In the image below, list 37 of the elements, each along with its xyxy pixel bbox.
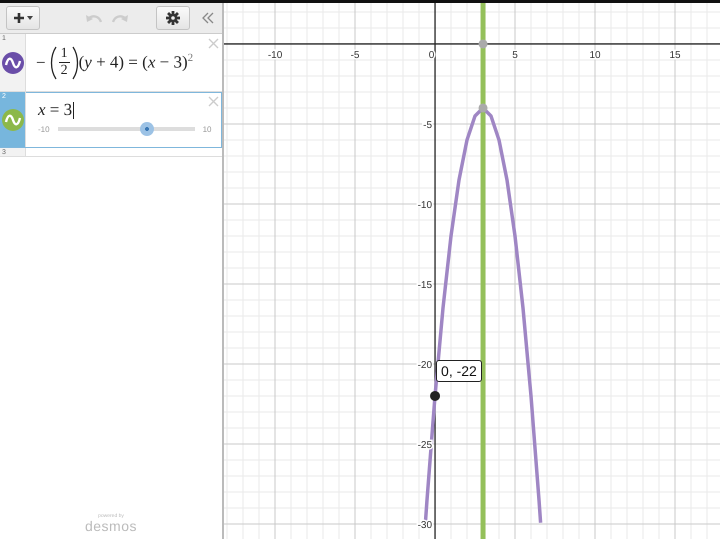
collapse-button[interactable] [200, 10, 216, 26]
plus-icon [13, 12, 25, 24]
wave-icon [2, 52, 24, 74]
coordinate-tooltip: 0, -22 [436, 360, 482, 382]
y-tick-label: -5 [423, 120, 432, 131]
x-tick-label: -5 [350, 50, 360, 61]
y-tick-label: -20 [418, 360, 432, 371]
y-tick-label: -15 [418, 280, 432, 291]
settings-button[interactable] [156, 6, 190, 30]
close-icon [208, 96, 219, 107]
point-marker[interactable] [430, 390, 440, 401]
caret-icon [27, 16, 33, 20]
redo-icon [112, 13, 128, 23]
x-tick-label: 0 [428, 50, 434, 61]
y-tick-label: -30 [418, 520, 432, 531]
x-tick-label: 15 [669, 50, 681, 61]
x-tick-label: 5 [512, 50, 518, 61]
settings-icon [166, 11, 180, 25]
y-tick-label: -10 [418, 200, 432, 211]
intersection-point[interactable] [478, 103, 488, 112]
parenthesis-icon [50, 46, 57, 80]
close-icon [208, 38, 219, 49]
close-button[interactable] [208, 96, 219, 107]
x-tick-label: 10 [589, 50, 601, 61]
intersection-point[interactable] [478, 39, 488, 48]
slider-min-label: -10 [38, 124, 50, 134]
close-button[interactable] [208, 38, 219, 49]
undo-icon [86, 13, 102, 23]
desmos-logo: desmos [84, 519, 138, 533]
x-tick-label: -10 [268, 50, 282, 61]
math-expression: x = 3 [38, 99, 76, 121]
slider-thumb[interactable] [140, 122, 154, 136]
double-chevron-icon [202, 12, 214, 24]
wave-icon [2, 108, 24, 130]
add-expression-button[interactable] [6, 6, 40, 30]
slider-max-label: 10 [202, 124, 212, 134]
parenthesis-icon [72, 46, 79, 80]
